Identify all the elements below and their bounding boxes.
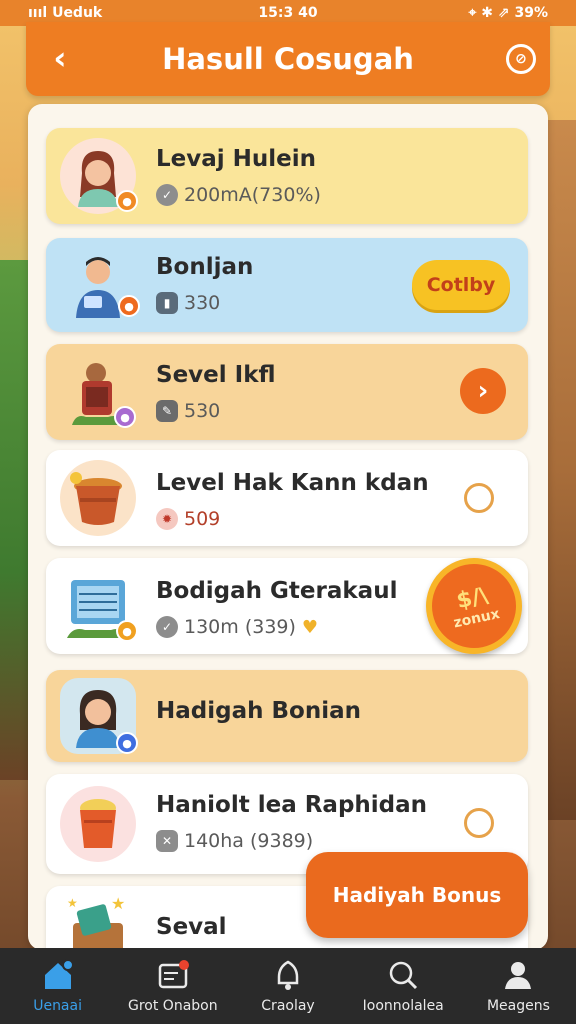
avatar bbox=[60, 460, 136, 536]
item-title: Sevel Ikfl bbox=[156, 362, 276, 388]
tab-label: Uenaai bbox=[33, 998, 82, 1014]
tab-label: Craolay bbox=[261, 998, 315, 1014]
list-item[interactable]: ● Levaj Hulein ✓ 200mA(730%) bbox=[46, 128, 528, 224]
item-title: Levaj Hulein bbox=[156, 146, 317, 172]
list-item[interactable]: Level Hak Kann kdan ✹ 509 bbox=[46, 450, 528, 546]
item-subtitle: ▮ 330 bbox=[156, 292, 220, 314]
tab-label: Meagens bbox=[486, 998, 550, 1014]
item-title: Haniolt lea Raphidan bbox=[156, 792, 428, 818]
item-title: Bodigah Gterakaul bbox=[156, 578, 398, 604]
svg-text:★: ★ bbox=[67, 896, 78, 910]
select-radio[interactable] bbox=[464, 808, 494, 838]
level-badge-icon: ● bbox=[116, 190, 138, 212]
select-radio[interactable] bbox=[464, 483, 494, 513]
avatar: ● bbox=[60, 138, 138, 214]
heart-icon: ♥ bbox=[301, 616, 319, 638]
tab-home[interactable]: Uenaai bbox=[0, 948, 115, 1024]
tab-inbox[interactable]: Grot Onabon bbox=[115, 948, 230, 1024]
edit-note-icon: ✎ bbox=[156, 400, 178, 422]
item-subtitle: ✓ 200mA(730%) bbox=[156, 184, 321, 206]
level-badge-icon: ● bbox=[116, 620, 138, 642]
search-icon bbox=[385, 958, 421, 992]
item-value: 330 bbox=[184, 292, 221, 314]
chevron-right-button[interactable]: › bbox=[460, 368, 506, 414]
avatar: ● bbox=[60, 678, 138, 754]
check-icon: ✓ bbox=[156, 184, 178, 206]
avatar: ● bbox=[60, 247, 140, 323]
level-badge-icon: ● bbox=[114, 406, 136, 428]
item-subtitle: ✹ 509 bbox=[156, 508, 220, 530]
item-subtitle: ✓ 130m (339) ♥ bbox=[156, 616, 318, 638]
list-item[interactable]: ● Hadigah Bonian bbox=[46, 670, 528, 762]
edit-icon[interactable]: ⊘ bbox=[506, 44, 536, 74]
list-item[interactable]: ● Bonljan ▮ 330 Cotlby bbox=[46, 238, 528, 332]
tab-notifications[interactable]: Craolay bbox=[230, 948, 345, 1024]
level-badge-icon: ● bbox=[118, 295, 140, 317]
signal-status: ıııl Ueduk bbox=[28, 5, 103, 21]
item-value: 130m (339) bbox=[184, 616, 296, 638]
chart-icon: ▮ bbox=[156, 292, 178, 314]
item-title: Level Hak Kann kdan bbox=[156, 470, 429, 496]
user-icon bbox=[500, 958, 536, 992]
tab-label: Ioonnolalea bbox=[362, 998, 444, 1014]
item-title: Hadigah Bonian bbox=[156, 698, 361, 724]
item-value: 509 bbox=[184, 508, 221, 530]
item-subtitle: ✎ 530 bbox=[156, 400, 220, 422]
item-title: Seval bbox=[156, 914, 227, 940]
item-value: 200mA(730%) bbox=[184, 184, 321, 206]
item-subtitle: ✕ 140ha (9389) bbox=[156, 830, 313, 852]
list-item[interactable]: ● Sevel Ikfl ✎ 530 › bbox=[46, 344, 528, 440]
tab-label: Grot Onabon bbox=[128, 998, 218, 1014]
bell-icon bbox=[270, 958, 306, 992]
item-value: 140ha (9389) bbox=[184, 830, 314, 852]
close-x-icon: ✕ bbox=[156, 830, 178, 852]
inbox-icon bbox=[155, 958, 191, 992]
claim-button[interactable]: Cotlby bbox=[412, 260, 510, 310]
level-badge-icon: ● bbox=[116, 732, 138, 754]
svg-text:★: ★ bbox=[111, 894, 125, 913]
reward-list-panel: ● Levaj Hulein ✓ 200mA(730%) ● Bonljan ▮… bbox=[28, 104, 548, 950]
bonus-button[interactable]: Hadiyah Bonus bbox=[306, 852, 528, 938]
item-value: 530 bbox=[184, 400, 221, 422]
avatar: ★ ★ bbox=[60, 890, 136, 950]
tab-search[interactable]: Ioonnolalea bbox=[346, 948, 461, 1024]
app-header: ‹ Hasull Cosugah ⊘ bbox=[26, 22, 550, 96]
avatar: ● bbox=[60, 568, 138, 644]
avatar: ● bbox=[60, 354, 136, 430]
bottom-tab-bar: Uenaai Grot Onabon Craolay Ioonnolalea M… bbox=[0, 948, 576, 1024]
page-title: Hasull Cosugah bbox=[162, 42, 414, 76]
check-icon: ✓ bbox=[156, 616, 178, 638]
back-button[interactable]: ‹ bbox=[42, 39, 78, 77]
battery-status: ⌖ ✱ ⇗ 39% bbox=[468, 5, 548, 21]
avatar bbox=[60, 786, 136, 862]
home-icon bbox=[40, 958, 76, 992]
tab-profile[interactable]: Meagens bbox=[461, 948, 576, 1024]
item-title: Bonljan bbox=[156, 254, 254, 280]
fire-icon: ✹ bbox=[156, 508, 178, 530]
